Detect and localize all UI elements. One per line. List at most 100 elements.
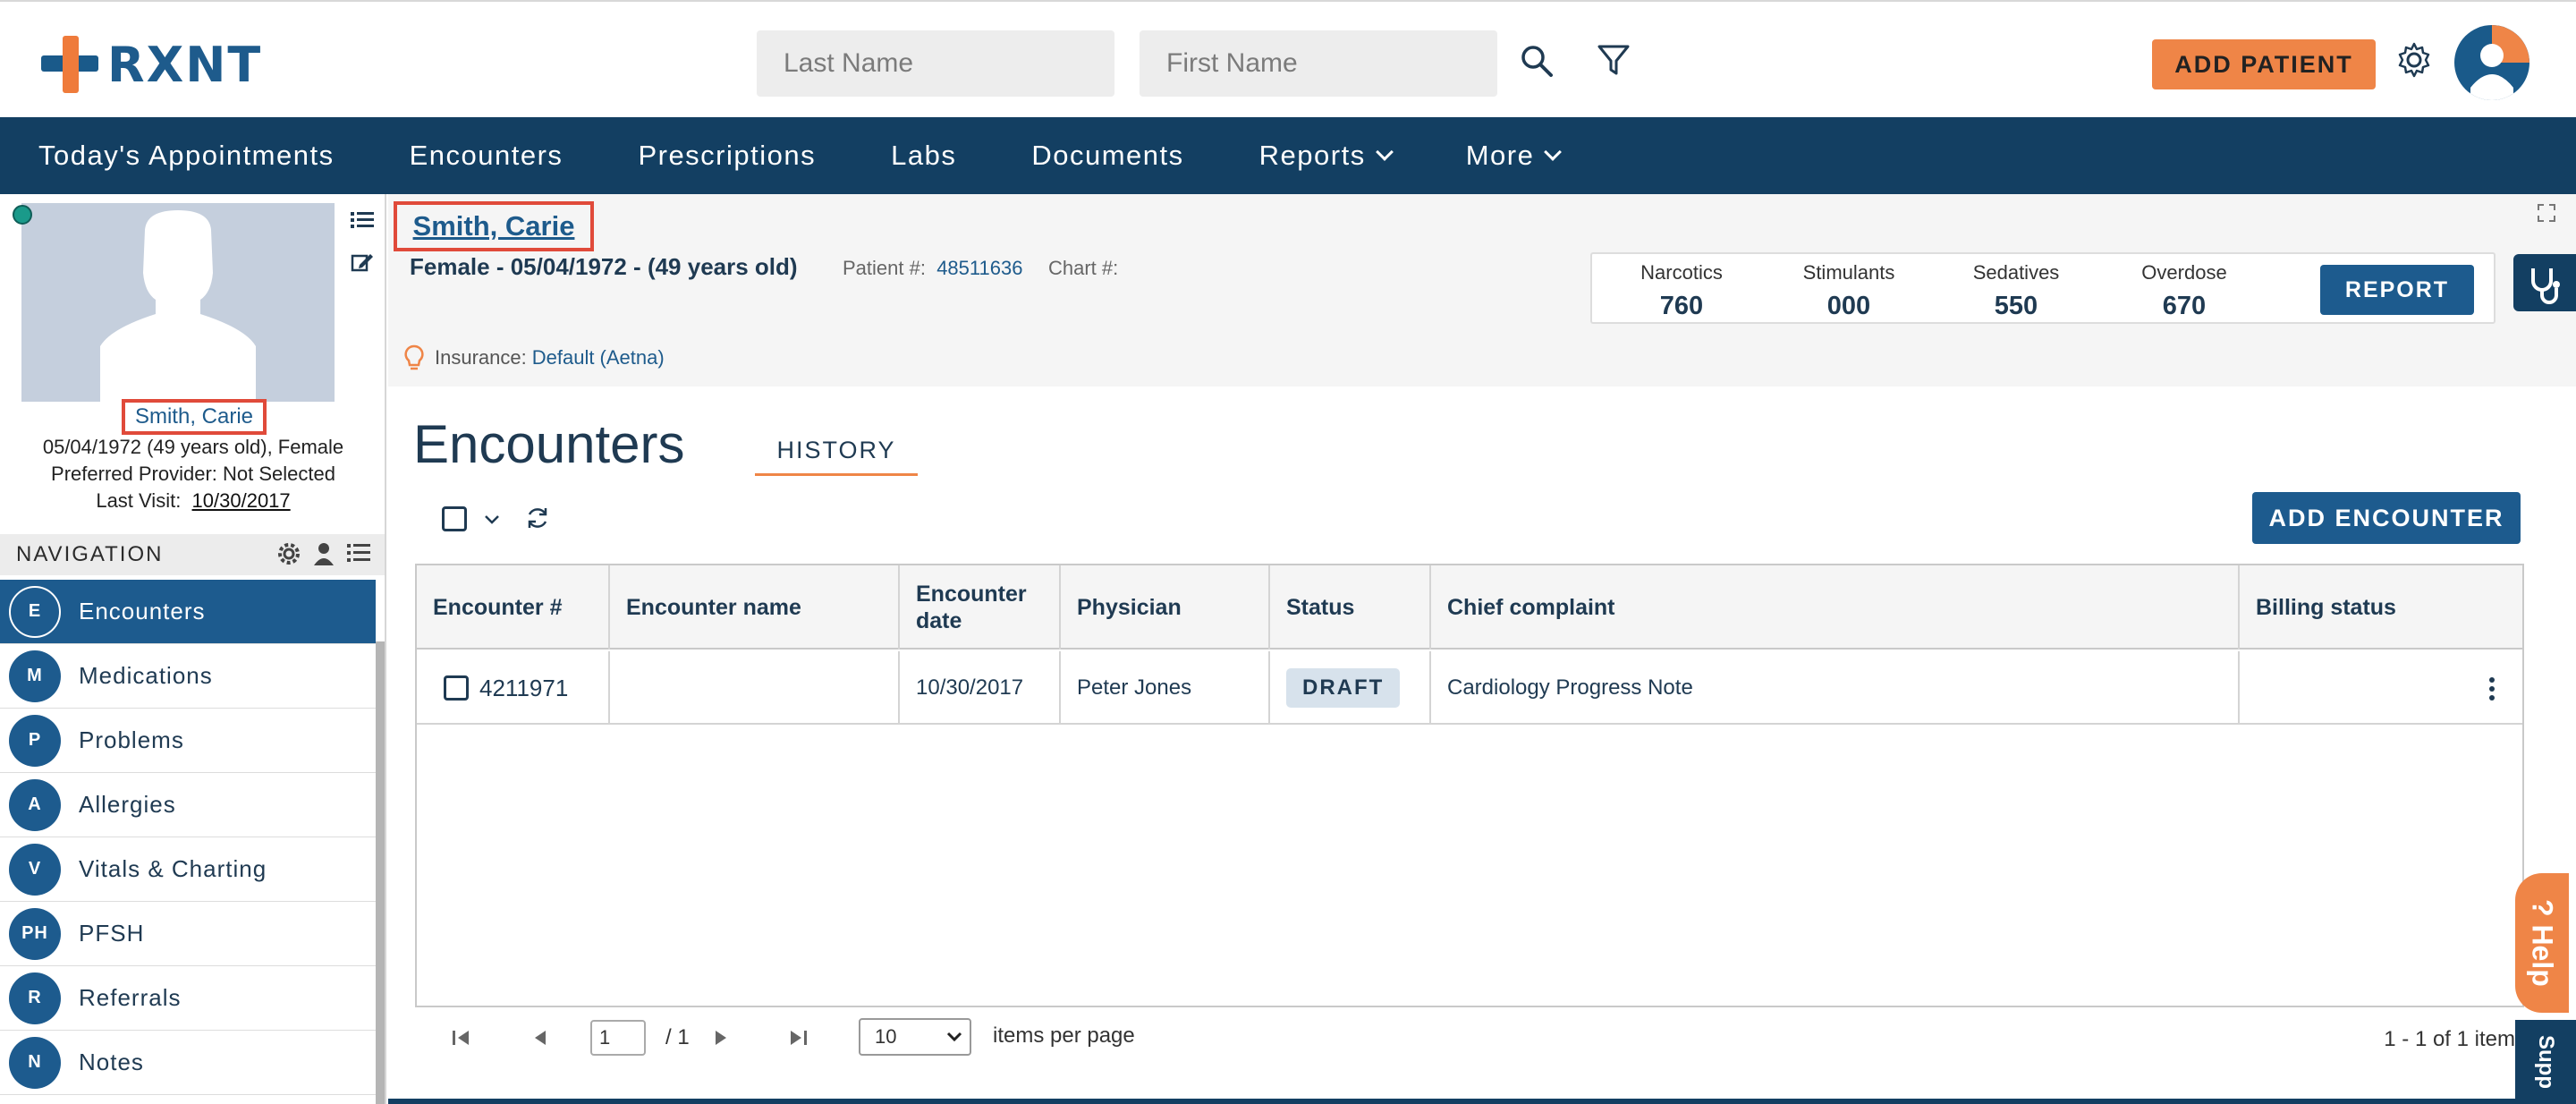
previous-page-icon[interactable] [531,1029,549,1047]
last-page-icon[interactable] [787,1029,809,1047]
items-summary: 1 - 1 of 1 items [2384,1027,2526,1051]
next-page-icon[interactable] [712,1029,730,1047]
sidebar-item-label: Encounters [79,598,206,624]
support-button[interactable]: Supp [2515,1020,2576,1104]
sidebar-scrollbar[interactable] [376,641,385,1104]
sidebar-item-vitals[interactable]: V Vitals & Charting [0,837,376,902]
clinical-side-tab[interactable] [2513,254,2576,311]
nav-prescriptions[interactable]: Prescriptions [600,117,853,194]
list-icon[interactable] [347,542,370,564]
page-size-select[interactable]: 10 [859,1018,971,1056]
narcotics-score: Narcotics 760 [1606,261,1758,321]
last-visit: Last Visit: 10/30/2017 [0,489,386,513]
rxnt-logo[interactable]: RXNT [41,36,262,93]
status-indicator [13,205,32,225]
stethoscope-icon [2531,268,2560,304]
page-number-input[interactable]: 1 [590,1020,646,1056]
patient-name-link[interactable]: Smith, Carie [122,399,267,435]
chart-number-label: Chart #: [1048,257,1119,279]
row-checkbox[interactable] [444,675,469,701]
nav-todays-appointments[interactable]: Today's Appointments [0,117,372,194]
add-patient-button[interactable]: ADD PATIENT [2152,39,2376,89]
sidebar-nav-list: E Encounters M Medications P Problems A Alle… [0,580,376,1095]
column-header-billing-status[interactable]: Billing status [2240,565,2522,650]
nav-encounters[interactable]: Encounters [372,117,601,194]
help-button[interactable]: ? Help [2515,873,2569,1013]
nav-label: Reports [1258,140,1366,171]
first-page-icon[interactable] [451,1029,472,1047]
column-header-encounter-number[interactable]: Encounter # [417,565,610,650]
column-header-encounter-date[interactable]: Encounter date [900,565,1061,650]
item-badge: P [9,714,61,767]
item-badge: A [9,778,61,831]
more-vertical-icon[interactable] [2488,676,2496,701]
status-badge: DRAFT [1286,668,1401,708]
sidebar-item-label: Notes [79,1049,144,1075]
add-encounter-button[interactable]: ADD ENCOUNTER [2252,492,2521,544]
nav-documents[interactable]: Documents [994,117,1221,194]
encounter-date-cell: 10/30/2017 [900,651,1061,725]
sidebar-item-allergies[interactable]: A Allergies [0,773,376,837]
patient-number-value[interactable]: 48511636 [936,257,1022,279]
item-badge: PH [9,907,61,960]
score-label: Stimulants [1802,261,1895,284]
table-row[interactable]: 4211971 10/30/2017 Peter Jones DRAFT Car… [417,651,2522,725]
sidebar-item-pfsh[interactable]: PH PFSH [0,902,376,966]
nav-reports[interactable]: Reports [1222,117,1428,194]
tab-history[interactable]: HISTORY [755,433,918,476]
encounter-name-cell [610,651,900,725]
sidebar-item-notes[interactable]: N Notes [0,1031,376,1095]
last-visit-label: Last Visit: [96,489,182,512]
gear-icon[interactable] [277,542,301,565]
filter-icon[interactable] [1594,41,1633,81]
gear-icon[interactable] [2395,41,2433,79]
stimulants-score: Stimulants 000 [1773,261,1925,321]
chevron-down-icon[interactable] [483,514,501,526]
list-icon[interactable] [351,210,374,230]
encounters-grid: Encounter # Encounter name Encounter dat… [415,564,2524,1007]
patient-name-heading[interactable]: Smith, Carie [394,201,594,251]
report-button[interactable]: REPORT [2320,265,2474,315]
brand-name: RXNT [107,36,263,93]
lightbulb-icon [404,344,424,370]
sidebar-item-referrals[interactable]: R Referrals [0,966,376,1031]
score-value: 000 [1826,292,1871,320]
edit-icon[interactable] [351,251,374,274]
person-icon[interactable] [313,542,335,565]
user-avatar[interactable] [2454,25,2529,100]
sedatives-score: Sedatives 550 [1940,261,2092,321]
patient-sidebar: Smith, Carie 05/04/1972 (49 years old), … [0,194,386,1104]
nav-labs[interactable]: Labs [853,117,994,194]
logo-cross-icon [41,36,98,93]
last-visit-date[interactable]: 10/30/2017 [192,489,291,512]
encounter-number[interactable]: 4211971 [479,675,568,702]
chevron-down-icon [1544,143,1563,161]
patient-demographics: Female - 05/04/1972 - (49 years old) [410,253,798,280]
expand-icon[interactable] [2537,203,2556,223]
select-all-checkbox[interactable] [442,506,467,531]
item-badge: M [9,650,61,702]
column-header-status[interactable]: Status [1270,565,1431,650]
page-title: Encounters [413,414,685,474]
column-header-physician[interactable]: Physician [1061,565,1270,650]
main-navigation: Today's Appointments Encounters Prescrip… [0,117,2576,194]
sidebar-item-encounters[interactable]: E Encounters [0,580,376,644]
navigation-header: NAVIGATION [0,534,385,575]
refresh-icon[interactable] [524,505,551,531]
chevron-down-icon [946,1032,962,1042]
column-header-chief-complaint[interactable]: Chief complaint [1431,565,2240,650]
sidebar-tools [351,210,377,278]
nav-more[interactable]: More [1428,117,1597,194]
chevron-down-icon [1375,143,1394,161]
sidebar-item-problems[interactable]: P Problems [0,709,376,773]
sidebar-item-medications[interactable]: M Medications [0,644,376,709]
nav-label: Today's Appointments [38,140,335,171]
search-icon[interactable] [1517,41,1556,81]
nav-label: Prescriptions [638,140,817,171]
insurance-value[interactable]: Default (Aetna) [532,346,665,369]
items-per-page-label: items per page [993,1023,1135,1048]
status-cell: DRAFT [1270,651,1431,725]
column-header-encounter-name[interactable]: Encounter name [610,565,900,650]
last-name-input[interactable] [757,30,1114,97]
first-name-input[interactable] [1140,30,1497,97]
